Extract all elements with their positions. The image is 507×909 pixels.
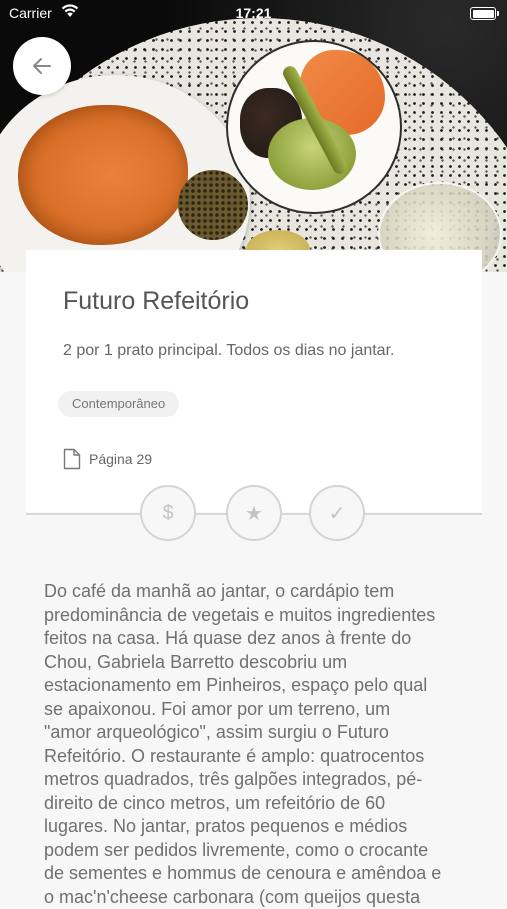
cuisine-tag[interactable]: Contemporâneo xyxy=(58,391,180,417)
check-in-button[interactable]: ✓ xyxy=(309,485,365,541)
lentil-side xyxy=(178,170,248,240)
page-reference: Página 29 xyxy=(63,448,152,470)
status-bar: Carrier 17:21 xyxy=(0,0,507,26)
hero-photo xyxy=(0,0,507,272)
favorite-button[interactable]: ★ xyxy=(226,485,282,541)
restaurant-title: Futuro Refeitório xyxy=(63,287,250,315)
status-time: 17:21 xyxy=(235,5,272,21)
document-icon xyxy=(63,448,81,470)
star-icon: ★ xyxy=(245,502,263,525)
hummus-dish xyxy=(18,105,188,245)
back-button[interactable] xyxy=(13,37,71,95)
restaurant-description: Do café da manhã ao jantar, o cardápio t… xyxy=(44,581,442,907)
price-button[interactable]: $ xyxy=(140,485,196,541)
promo-text: 2 por 1 prato principal. Todos os dias n… xyxy=(63,342,395,359)
dollar-icon: $ xyxy=(162,501,174,524)
arrow-left-icon xyxy=(33,58,51,74)
page-label: Página 29 xyxy=(89,451,153,467)
check-icon: ✓ xyxy=(328,502,346,525)
restaurant-card: Futuro Refeitório 2 por 1 prato principa… xyxy=(26,250,482,512)
battery-icon xyxy=(470,7,499,20)
